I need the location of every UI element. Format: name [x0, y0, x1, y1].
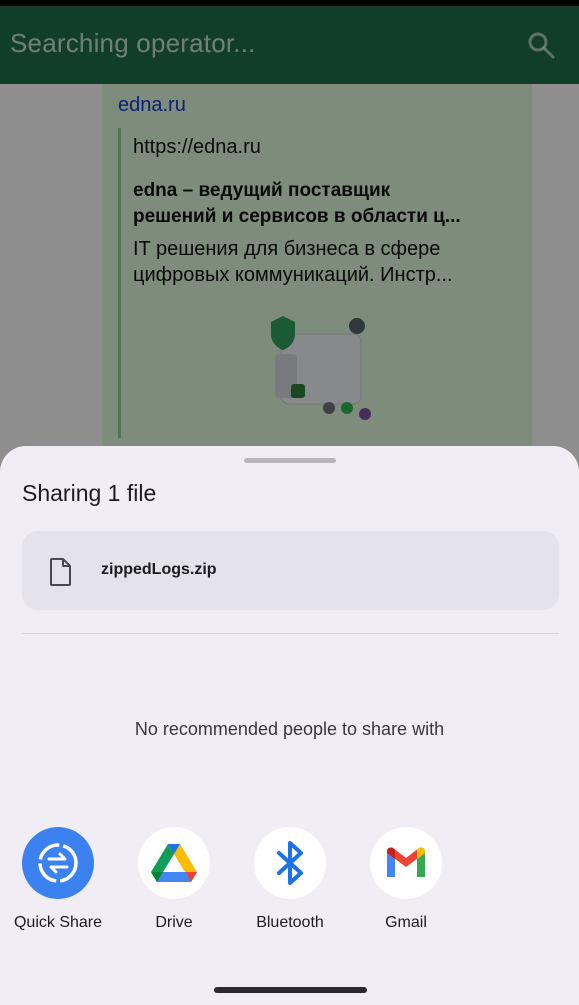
sheet-title: Sharing 1 file — [22, 480, 157, 506]
file-icon — [50, 558, 71, 586]
share-sheet: Sharing 1 file zippedLogs.zip No recomme… — [0, 446, 579, 1005]
divider — [22, 633, 559, 634]
share-target-bluetooth[interactable]: Bluetooth — [232, 827, 348, 937]
gesture-nav-bar[interactable] — [214, 987, 367, 993]
quick-share-icon[interactable] — [22, 827, 94, 899]
share-target-gmail[interactable]: Gmail — [348, 827, 464, 937]
share-target-label: Gmail — [385, 914, 427, 931]
share-target-quick-share[interactable]: Quick Share — [0, 827, 116, 937]
gmail-icon[interactable] — [370, 827, 442, 899]
no-recommendations-text: No recommended people to share with — [134, 719, 445, 739]
share-target-drive[interactable]: Drive — [116, 827, 232, 937]
bluetooth-icon[interactable] — [254, 827, 326, 899]
drag-handle[interactable] — [244, 458, 336, 463]
file-name: zippedLogs.zip — [101, 561, 217, 578]
shared-file-card: zippedLogs.zip — [22, 531, 559, 610]
google-drive-icon[interactable] — [138, 827, 210, 899]
